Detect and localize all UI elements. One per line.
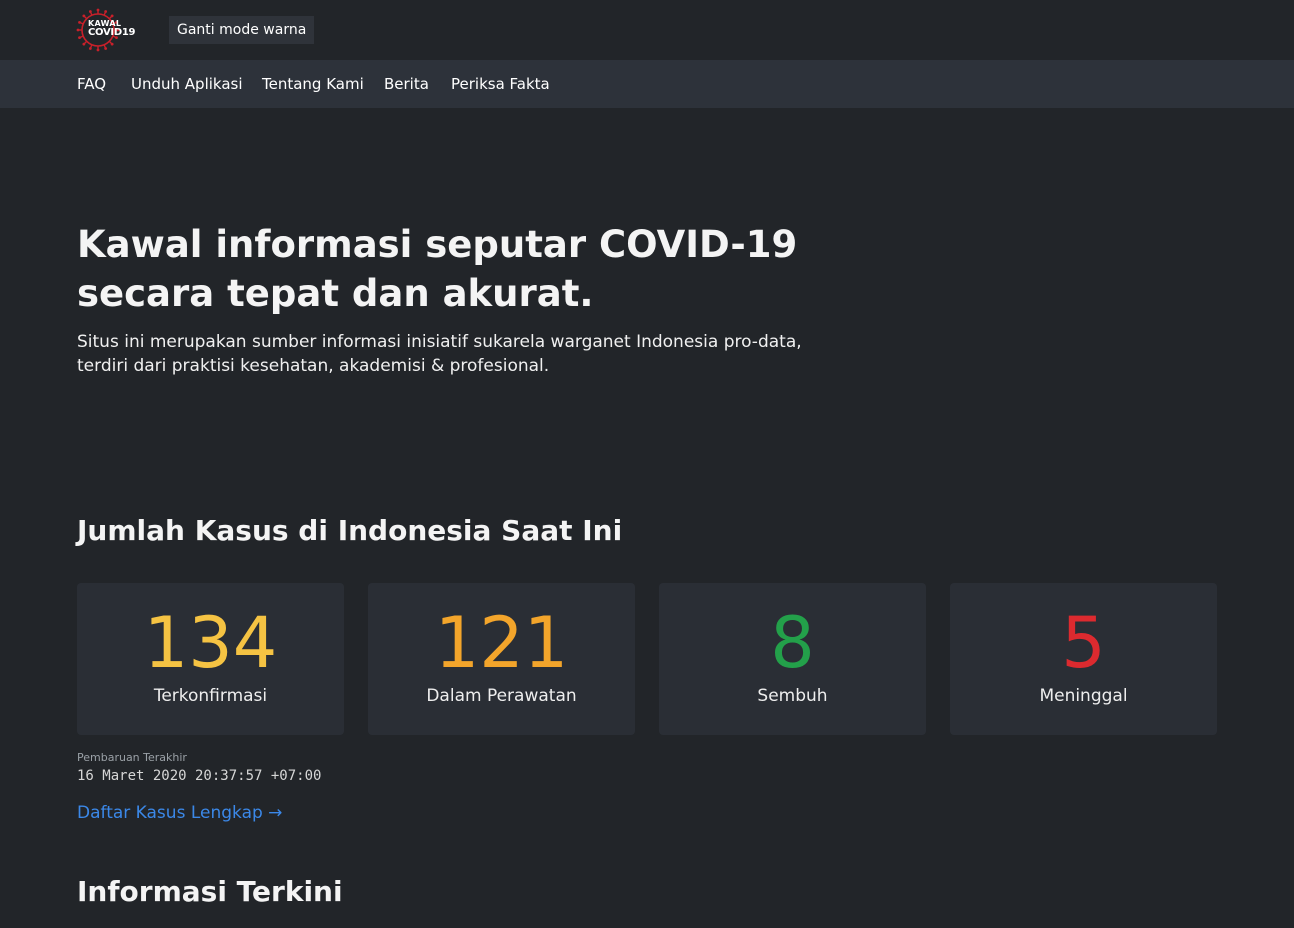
stat-card-confirmed: 134 Terkonfirmasi [77, 583, 344, 735]
virus-spike-tip [104, 47, 108, 50]
main-navbar: FAQ Unduh Aplikasi Tentang Kami Berita P… [0, 60, 1294, 108]
nav-item-news[interactable]: Berita [384, 60, 429, 108]
stat-value-in-treatment: 121 [434, 602, 569, 684]
stat-label-confirmed: Terkonfirmasi [153, 686, 268, 706]
logo-text: KAWAL COVID19 [88, 19, 136, 38]
cases-section-title: Jumlah Kasus di Indonesia Saat Ini [77, 514, 623, 547]
last-update-label: Pembaruan Terakhir [77, 751, 187, 764]
stat-card-deceased: 5 Meninggal [950, 583, 1217, 735]
kawal-covid19-logo[interactable]: KAWAL COVID19 [76, 8, 136, 52]
stat-label-recovered: Sembuh [757, 686, 828, 706]
nav-item-faq[interactable]: FAQ [77, 60, 106, 108]
virus-spike-tip [78, 20, 81, 24]
logo-line2: COVID19 [88, 27, 136, 38]
hero-title-line2: secara tepat dan akurat. [77, 272, 594, 315]
virus-spike-tip [104, 10, 108, 13]
stat-card-recovered: 8 Sembuh [659, 583, 926, 735]
virus-spike-tip [76, 28, 80, 32]
virus-spike-tip [96, 48, 100, 52]
stat-value-recovered: 8 [770, 602, 815, 684]
last-update-time: 16 Maret 2020 20:37:57 +07:00 [77, 768, 322, 784]
hero-subtitle-line1: Situs ini merupakan sumber informasi ini… [77, 332, 802, 352]
stat-card-in-treatment: 121 Dalam Perawatan [368, 583, 635, 735]
hero-subtitle: Situs ini merupakan sumber informasi ini… [77, 330, 897, 378]
virus-spike-tip [110, 14, 114, 18]
top-bar: KAWAL COVID19 Ganti mode warna [0, 0, 1294, 60]
stat-label-deceased: Meninggal [1039, 686, 1128, 706]
stat-label-in-treatment: Dalam Perawatan [426, 686, 577, 706]
hero-title-line1: Kawal informasi seputar COVID-19 [77, 223, 798, 266]
nav-item-download-app[interactable]: Unduh Aplikasi [131, 60, 243, 108]
virus-spike-tip [78, 36, 81, 40]
hero-subtitle-line2: terdiri dari praktisi kesehatan, akademi… [77, 356, 550, 376]
color-mode-toggle-button[interactable]: Ganti mode warna [169, 16, 315, 44]
full-case-list-link[interactable]: Daftar Kasus Lengkap → [77, 803, 282, 823]
news-section-title: Informasi Terkini [77, 875, 343, 908]
virus-spike-tip [110, 42, 114, 46]
stat-value-deceased: 5 [1061, 602, 1106, 684]
virus-spike-tip [88, 10, 92, 13]
stat-value-confirmed: 134 [143, 602, 278, 684]
virus-spike-tip [96, 8, 100, 12]
virus-spike-tip [88, 47, 92, 50]
nav-item-about-us[interactable]: Tentang Kami [262, 60, 364, 108]
virus-spike-tip [82, 14, 86, 18]
nav-item-fact-check[interactable]: Periksa Fakta [451, 60, 550, 108]
hero-title: Kawal informasi seputar COVID-19 secara … [77, 220, 937, 318]
virus-spike-tip [82, 42, 86, 46]
